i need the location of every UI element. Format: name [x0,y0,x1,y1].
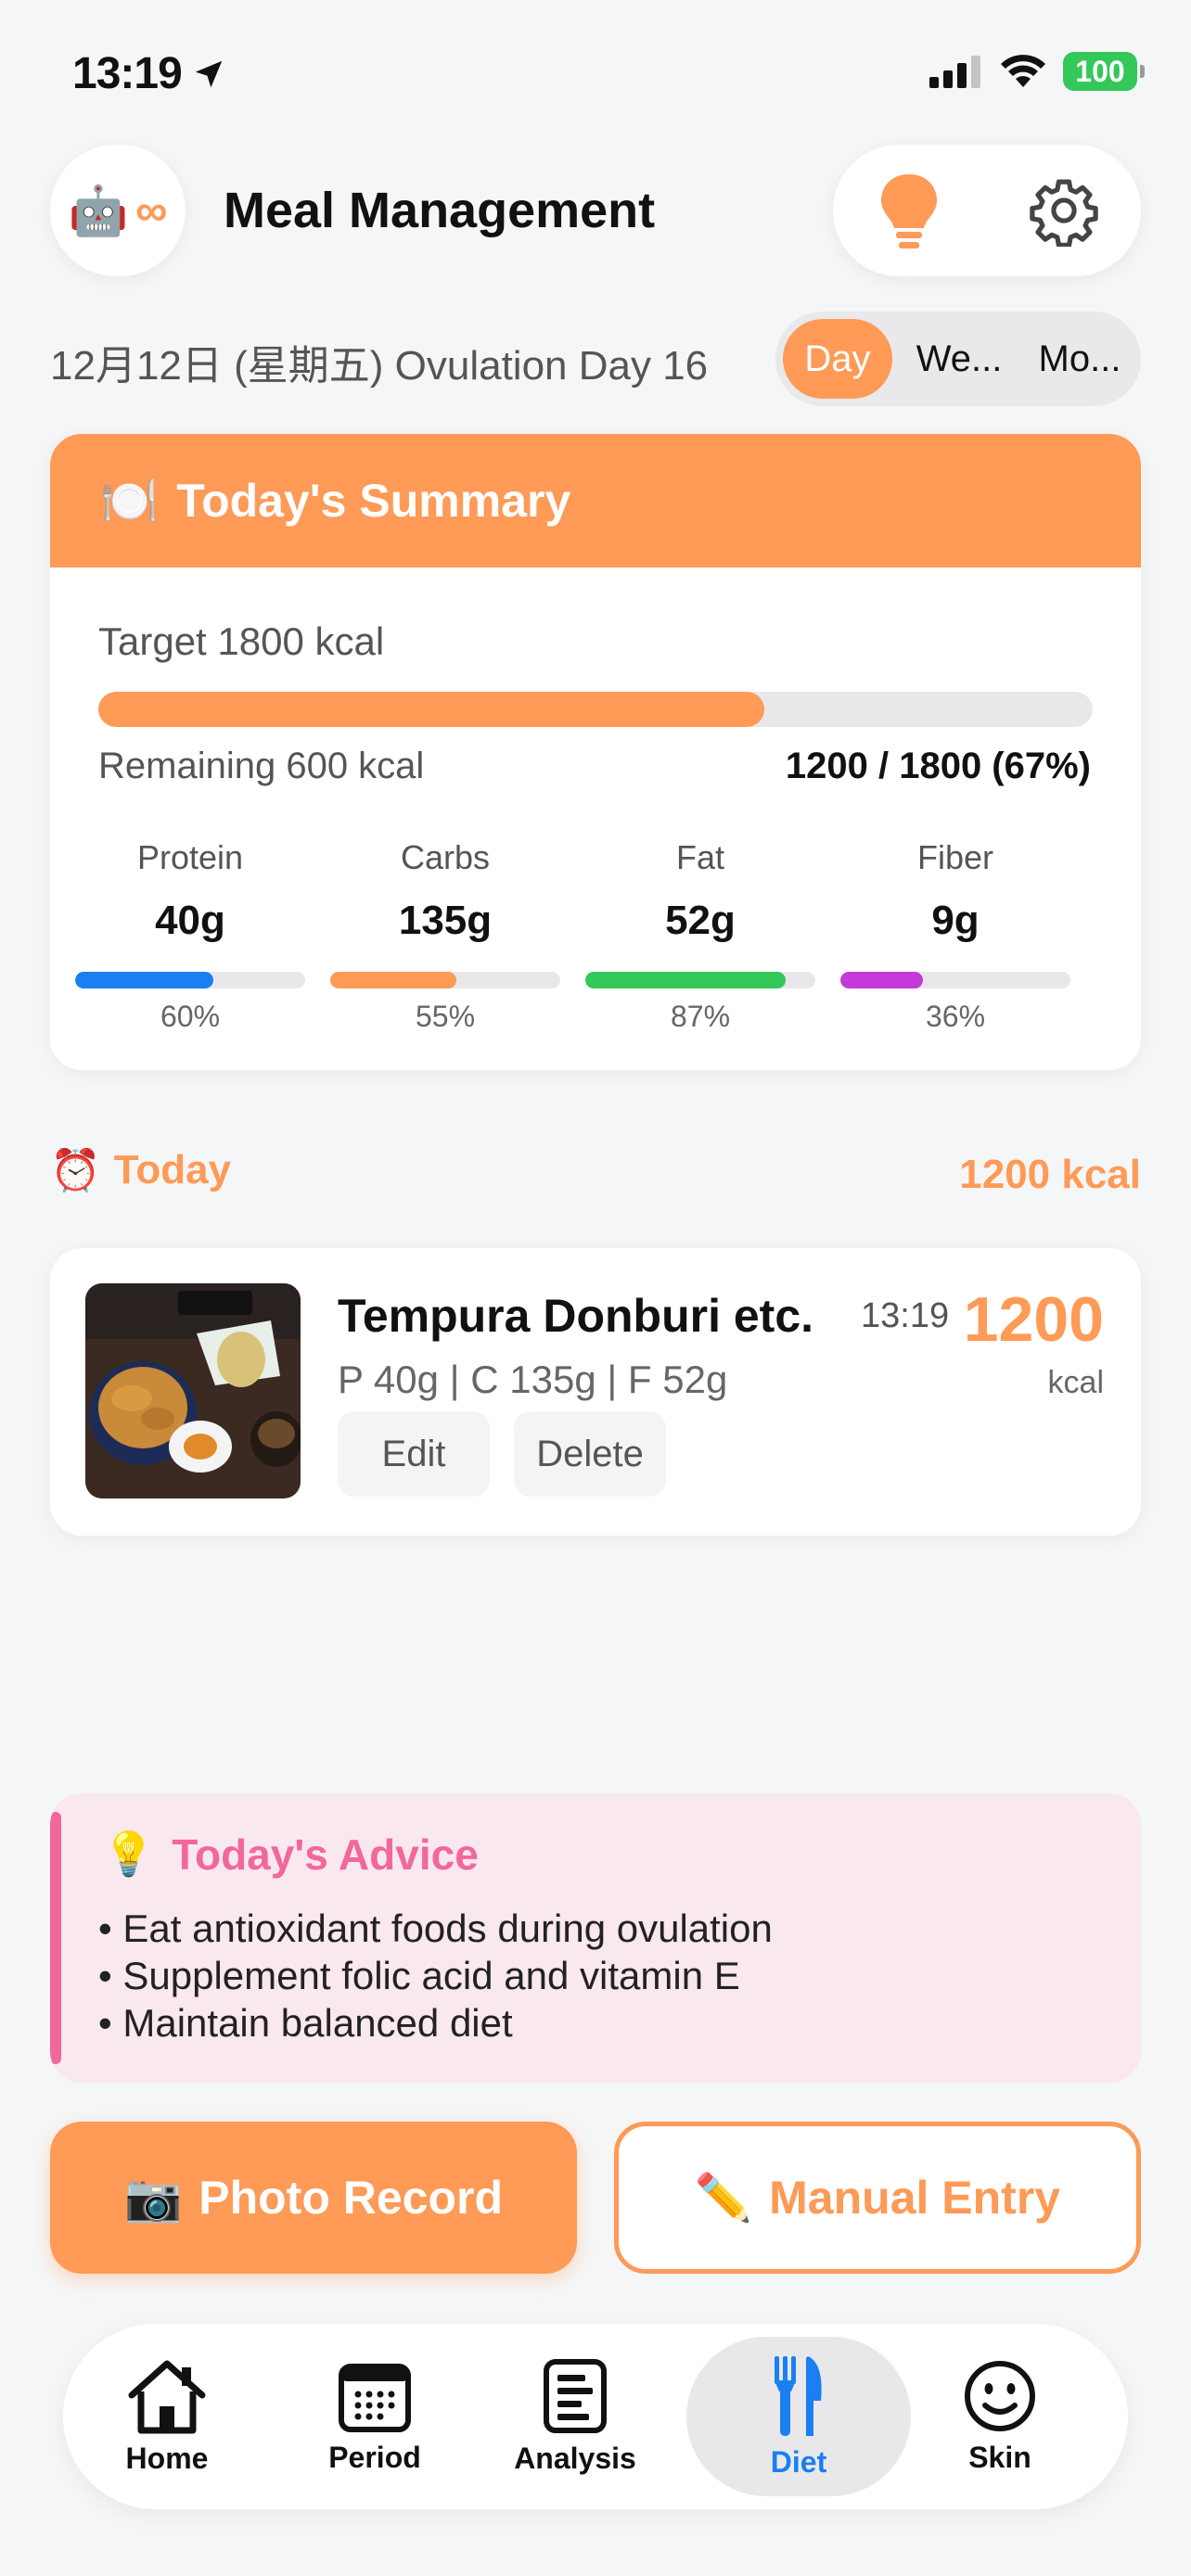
home-icon [128,2360,206,2433]
plate-icon: 🍽️ [100,474,159,527]
infinity-badge: ∞ [135,185,168,236]
macro-bar [75,972,305,988]
tab-skin[interactable]: Skin [907,2324,1093,2509]
advice-accent-bar [50,1812,61,2064]
period-segmented-control: Day We... Mo... [775,312,1141,406]
calories-remaining: Remaining 600 kcal [98,746,425,786]
cellular-signal-icon [929,56,980,88]
meal-calories: 1200 [963,1284,1104,1355]
tab-diet[interactable]: Diet [706,2324,891,2509]
page-title: Meal Management [224,183,656,238]
calorie-progress-fill [98,692,765,727]
macro-label: Fiber [916,838,994,876]
edit-meal-button[interactable]: Edit [338,1411,490,1497]
advice-list: • Eat antioxidant foods during ovulation… [98,1905,773,2047]
manual-entry-label: Manual Entry [769,2172,1061,2224]
robot-icon: 🤖 [68,184,129,238]
segment-month[interactable]: Mo... [1026,319,1133,399]
calendar-icon [339,2363,411,2432]
macro-percent: 55% [415,1000,476,1033]
tab-analysis[interactable]: Analysis [482,2324,668,2509]
macro-carbs: Carbs 135g 55% [329,838,561,1034]
macro-value: 52g [665,898,736,943]
today-section-header: ⏰ Today [50,1146,231,1194]
advice-item: • Maintain balanced diet [98,2001,513,2045]
meal-name: Tempura Donburi etc. [338,1290,814,1342]
segment-week[interactable]: We... [905,319,1013,399]
macro-percent: 87% [670,1000,731,1033]
status-time-text: 13:19 [72,49,183,98]
bottom-tab-bar: Home Period Analysis Diet Skin [63,2324,1128,2509]
camera-icon: 📷 [123,2171,183,2224]
macro-fiber: Fiber 9g 36% [839,838,1071,1034]
macro-bar [840,972,1070,988]
macro-value: 135g [398,898,493,943]
macro-bar [330,972,560,988]
tab-period-label: Period [328,2440,421,2474]
status-indicators: 100 [929,52,1145,91]
tab-home-label: Home [125,2441,209,2475]
macro-label: Fat [675,838,724,876]
meal-entry-card[interactable]: Tempura Donburi etc. 13:19 1200 kcal P 4… [50,1248,1141,1536]
lightbulb-icon[interactable] [874,171,944,257]
location-arrow-icon [195,60,223,87]
photo-record-button[interactable]: 📷 Photo Record [50,2122,577,2274]
tab-period[interactable]: Period [282,2324,467,2509]
wifi-icon [1001,55,1045,87]
advice-item: • Eat antioxidant foods during ovulation [98,1906,773,1950]
segment-day[interactable]: Day [783,319,892,399]
date-cycle-info: 12月12日 (星期五) Ovulation Day 16 [50,343,709,389]
advice-title: Today's Advice [172,1830,479,1879]
pencil-icon: ✏️ [694,2171,753,2224]
today-total-kcal: 1200 kcal [959,1152,1141,1197]
summary-header: 🍽️ Today's Summary [50,434,1141,567]
macro-bar-fill [330,972,457,988]
today-label: Today [113,1147,232,1192]
macro-bar [585,972,815,988]
settings-gear-icon[interactable] [1028,174,1100,251]
macro-value: 40g [155,898,225,943]
macro-label: Carbs [400,838,491,876]
manual-entry-button[interactable]: ✏️ Manual Entry [614,2122,1141,2274]
tab-home[interactable]: Home [74,2324,260,2509]
meal-calories-unit: kcal [1047,1365,1104,1400]
delete-meal-button[interactable]: Delete [514,1411,666,1497]
macro-fat: Fat 52g 87% [584,838,816,1034]
macro-value: 9g [931,898,980,943]
calorie-ratio: 1200 / 1800 (67%) [785,746,1091,786]
photo-record-label: Photo Record [198,2172,504,2224]
macro-bar-fill [585,972,786,988]
advice-header: 💡 Today's Advice [102,1829,479,1880]
document-icon [544,2358,607,2433]
meal-photo [85,1283,301,1498]
macro-percent: 60% [160,1000,221,1033]
macro-bar-fill [75,972,213,988]
meal-macros: P 40g | C 135g | F 52g [338,1358,728,1401]
lightbulb-emoji-icon: 💡 [102,1830,156,1878]
macro-percent: 36% [925,1000,986,1033]
summary-title: Today's Summary [176,475,571,527]
macro-bar-fill [840,972,924,988]
tab-diet-label: Diet [770,2444,827,2479]
status-time: 13:19 [72,48,226,99]
battery-indicator: 100 [1063,52,1145,91]
todays-advice-card: 💡 Today's Advice • Eat antioxidant foods… [50,1793,1141,2083]
calorie-progress-bar [98,692,1093,727]
todays-summary-card: 🍽️ Today's Summary Target 1800 kcal Rema… [50,434,1141,1070]
fork-knife-icon [775,2355,822,2436]
alarm-clock-icon: ⏰ [50,1148,101,1193]
advice-item: • Supplement folic acid and vitamin E [98,1954,740,1997]
smiley-icon [965,2360,1035,2431]
tab-analysis-label: Analysis [514,2441,636,2475]
assistant-button[interactable]: 🤖 ∞ [50,145,186,276]
macro-protein: Protein 40g 60% [74,838,306,1034]
calorie-target: Target 1800 kcal [98,619,385,663]
macro-label: Protein [136,838,244,876]
tab-skin-label: Skin [968,2440,1031,2474]
header-actions [833,145,1141,276]
meal-time: 13:19 [861,1296,950,1335]
